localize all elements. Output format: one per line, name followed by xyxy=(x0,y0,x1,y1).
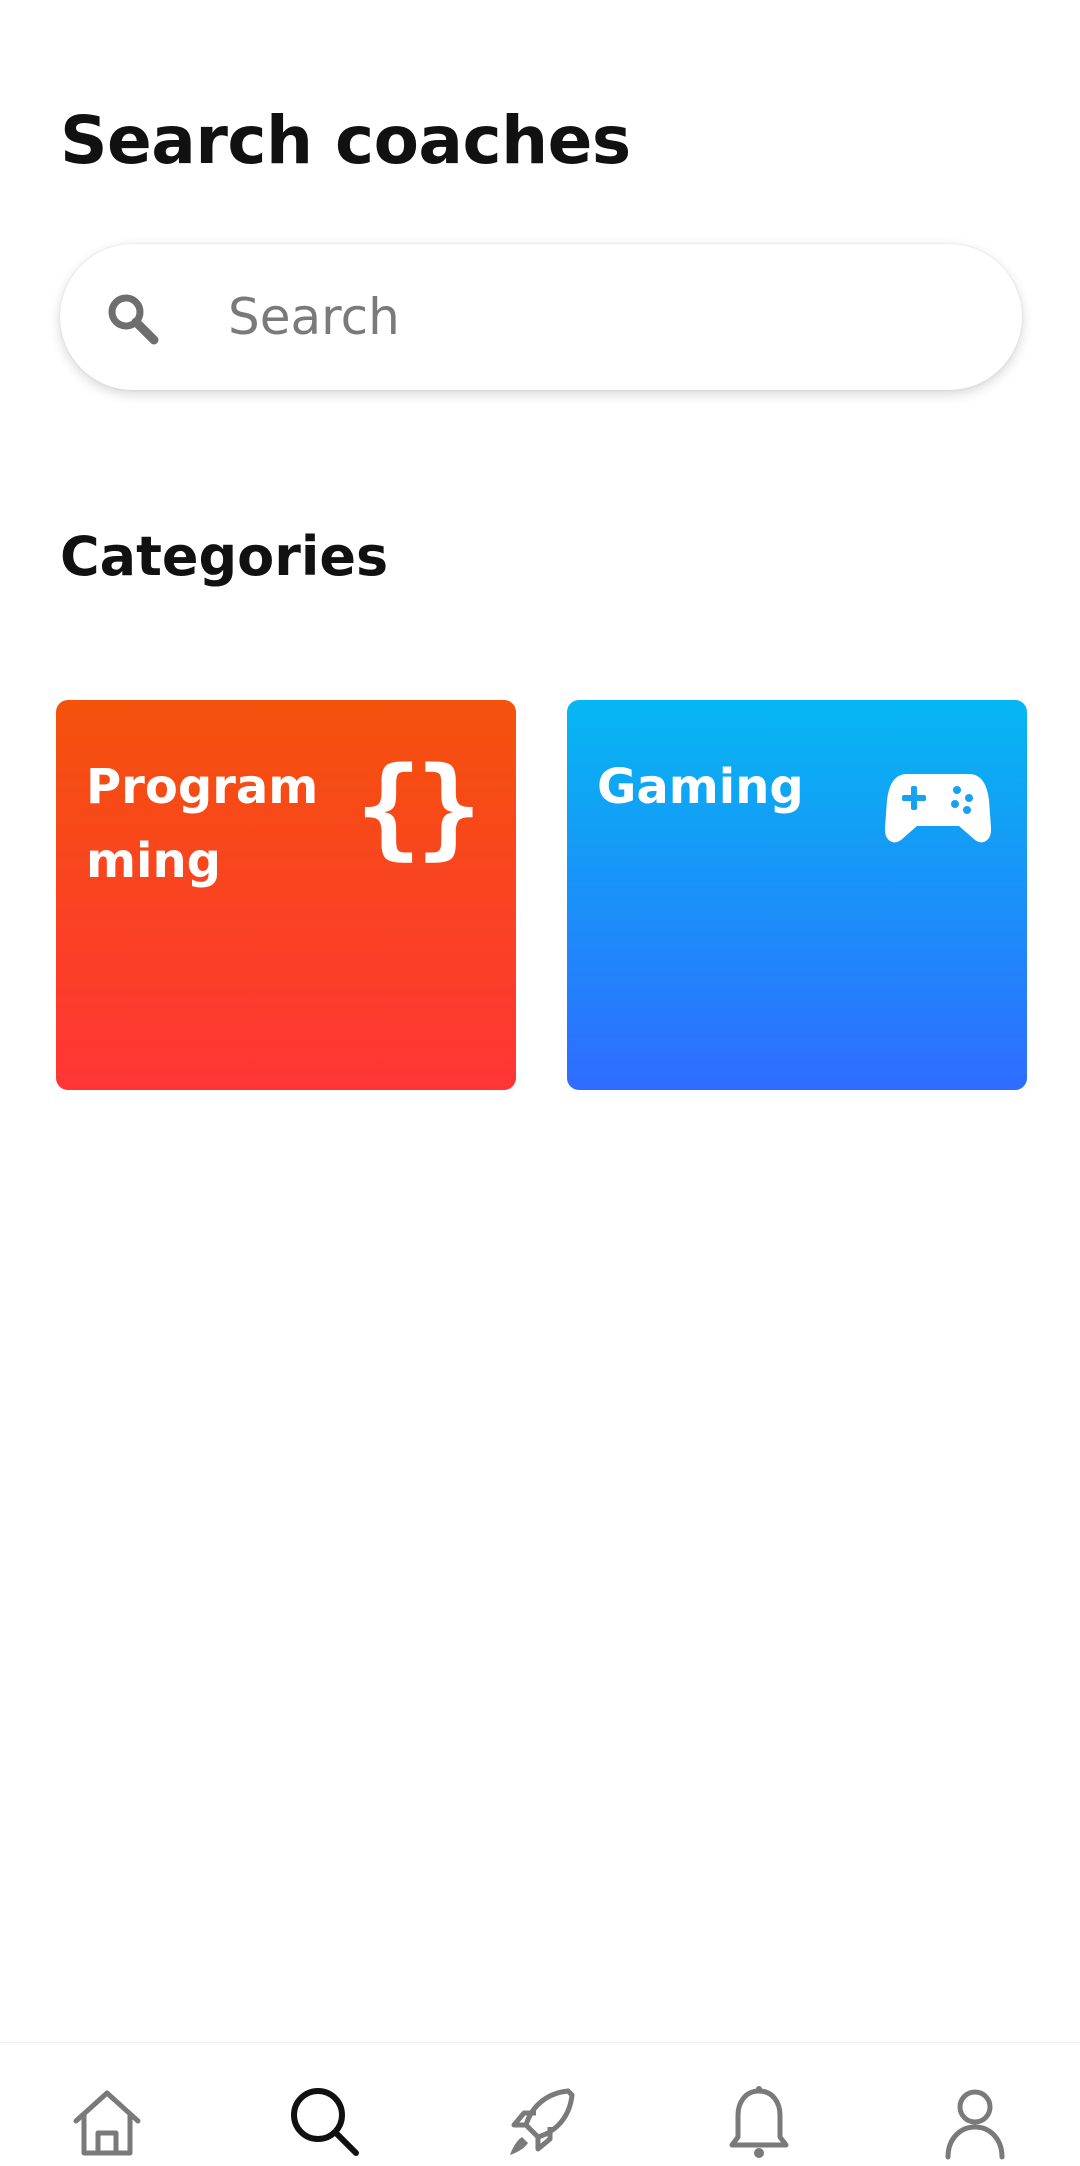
category-label-gaming: Gaming xyxy=(597,759,804,815)
search-icon xyxy=(291,2088,359,2156)
categories-heading: Categories xyxy=(60,525,389,588)
rocket-icon xyxy=(510,2088,575,2155)
nav-search[interactable] xyxy=(286,2083,364,2161)
bottom-nav xyxy=(0,2042,1080,2166)
gamepad-icon xyxy=(885,774,991,843)
search-bar[interactable] xyxy=(60,244,1022,390)
home-icon xyxy=(73,2090,141,2156)
nav-profile[interactable] xyxy=(936,2083,1014,2161)
category-card-programming[interactable]: Programming {} xyxy=(56,700,516,1090)
category-card-gaming[interactable]: Gaming xyxy=(567,700,1027,1090)
code-braces-icon: {} xyxy=(355,743,482,871)
nav-home[interactable] xyxy=(68,2083,146,2161)
bell-icon xyxy=(729,2086,789,2158)
profile-icon xyxy=(945,2089,1005,2160)
search-input[interactable] xyxy=(228,272,988,362)
page-title: Search coaches xyxy=(60,102,631,179)
search-icon xyxy=(108,294,159,345)
nav-notifications[interactable] xyxy=(720,2083,798,2161)
category-label-programming: Programming xyxy=(86,759,319,889)
nav-rocket[interactable] xyxy=(502,2083,580,2161)
